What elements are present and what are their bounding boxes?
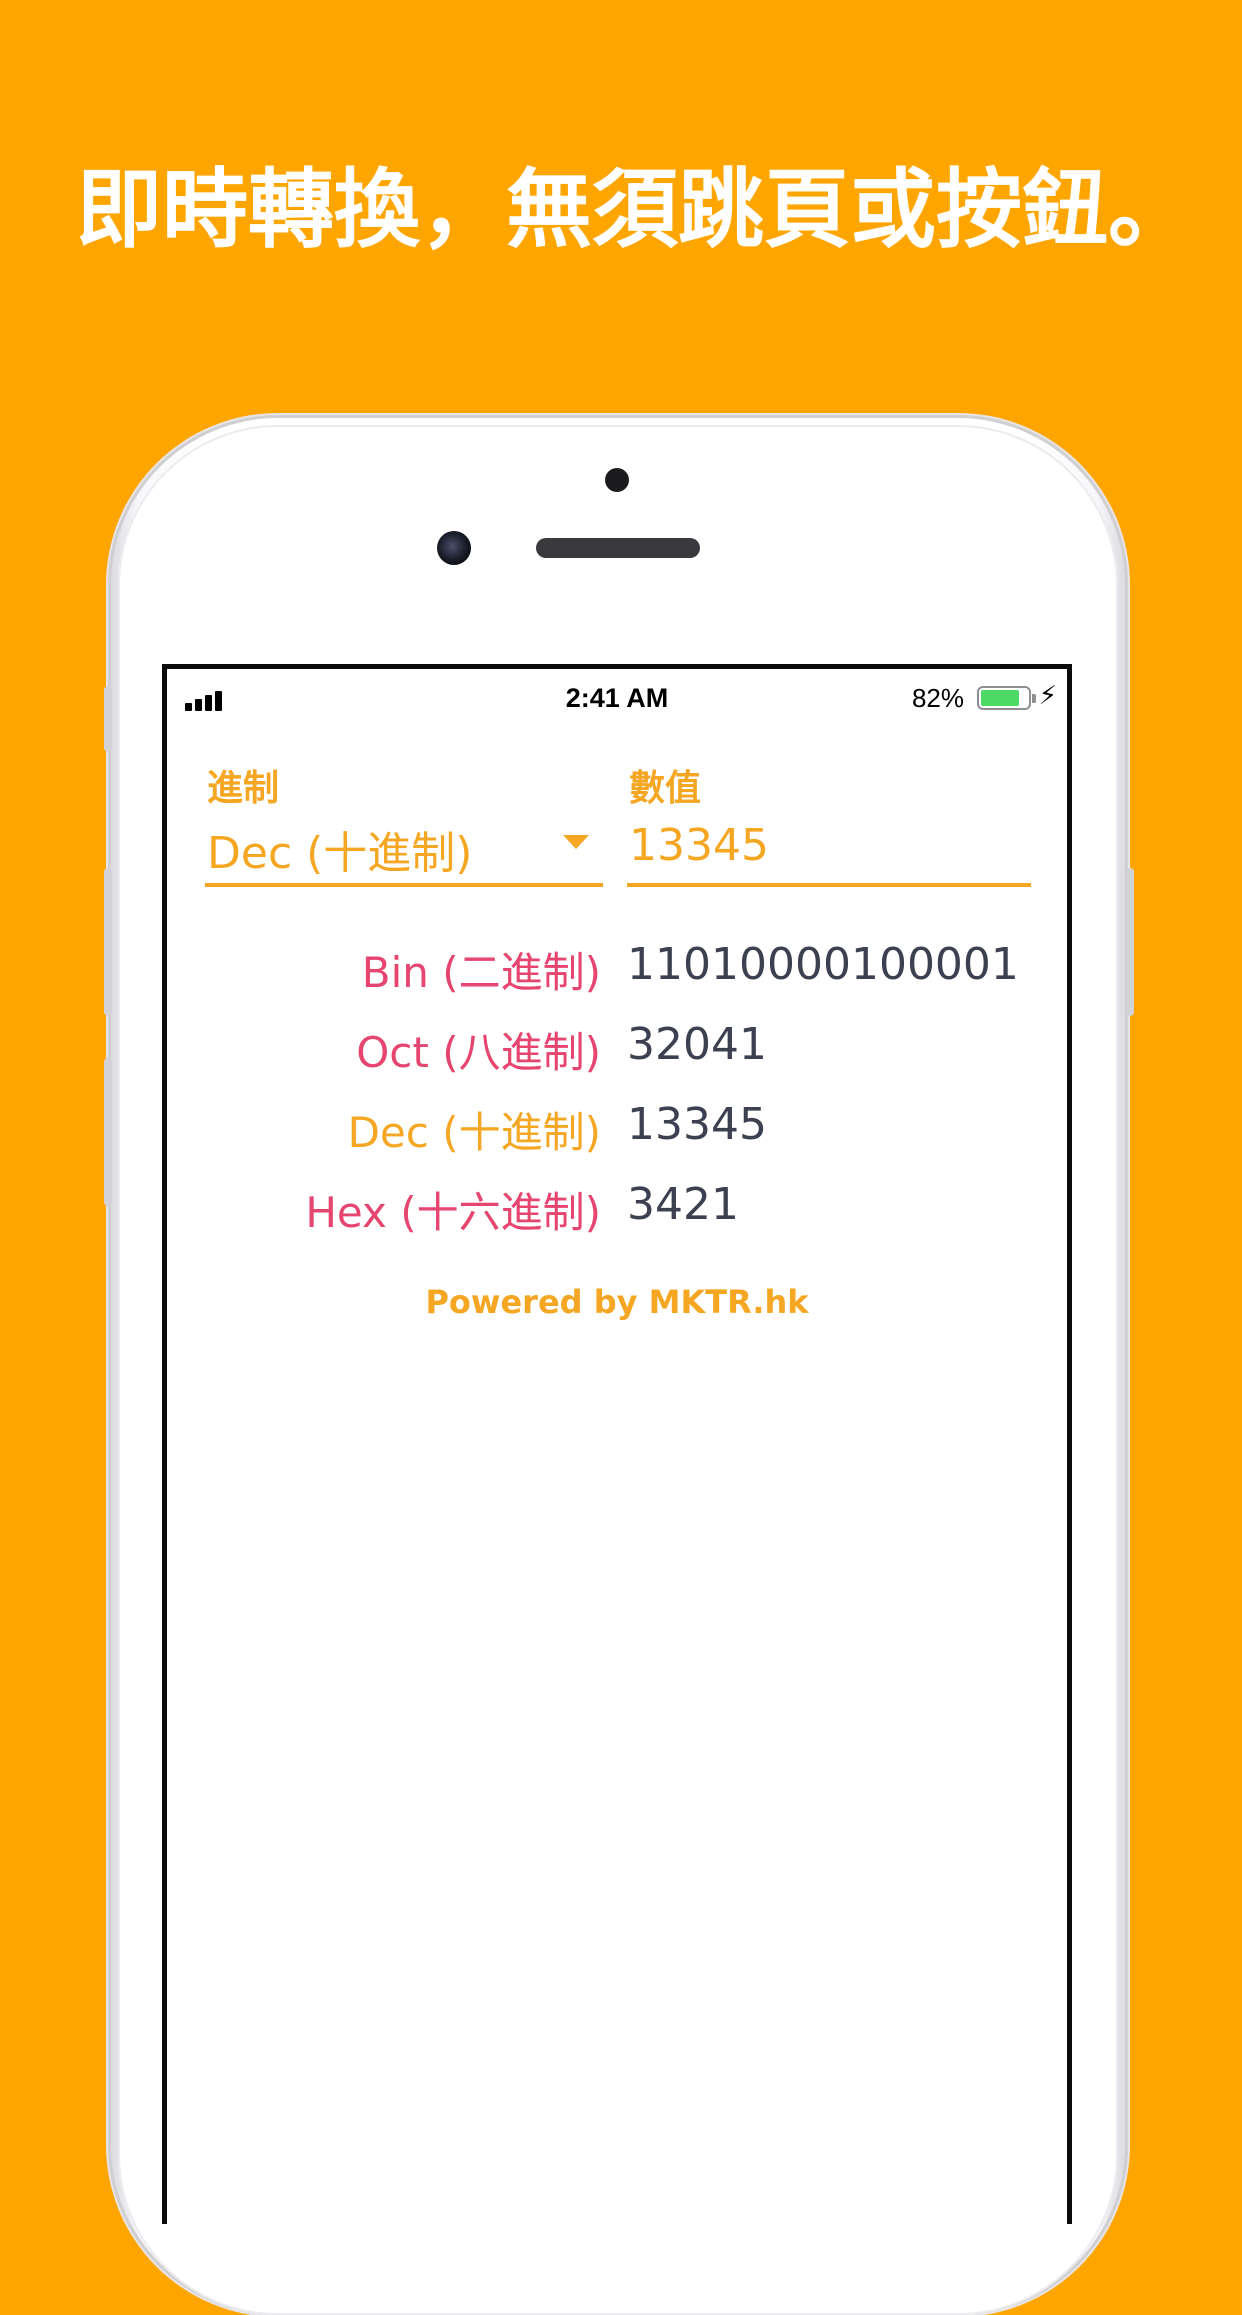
base-field-label: 進制 <box>207 768 280 809</box>
battery-fill <box>981 690 1019 706</box>
charging-bolt-icon: ⚡ <box>1038 681 1057 711</box>
result-value-hex: 3421 <box>627 1179 739 1230</box>
result-value-oct: 32041 <box>627 1019 767 1070</box>
status-bar: 2:41 AM 82% ⚡ <box>167 669 1067 725</box>
base-select[interactable]: Dec (十進制) <box>205 807 603 887</box>
result-row-oct: Oct (八進制) 32041 <box>167 1019 1067 1079</box>
result-label-bin: Bin (二進制) <box>361 948 601 997</box>
result-value-dec: 13345 <box>627 1099 767 1150</box>
result-row-dec: Dec (十進制) 13345 <box>167 1099 1067 1159</box>
proximity-sensor <box>605 468 629 492</box>
front-camera-icon <box>437 531 471 565</box>
power-button <box>1126 868 1134 1016</box>
base-select-value: Dec (十進制) <box>207 828 473 879</box>
powered-by-link[interactable]: Powered by MKTR.hk <box>167 1283 1067 1321</box>
battery-tip <box>1032 694 1036 703</box>
dropdown-caret-icon <box>563 835 589 849</box>
earpiece-speaker <box>536 538 700 558</box>
app-screen: 2:41 AM 82% ⚡ 進制 數值 Dec (十進制) Bin (二進制) … <box>162 664 1072 2224</box>
result-value-bin: 11010000100001 <box>627 939 1019 990</box>
battery-percent: 82% <box>911 683 964 713</box>
result-label-dec: Dec (十進制) <box>347 1108 601 1157</box>
battery-icon <box>977 686 1031 710</box>
result-row-bin: Bin (二進制) 11010000100001 <box>167 939 1067 999</box>
result-label-hex: Hex (十六進制) <box>305 1188 601 1237</box>
volume-down-button <box>104 1058 112 1206</box>
value-field-label: 數值 <box>629 768 702 809</box>
value-input[interactable] <box>627 807 1031 887</box>
result-label-oct: Oct (八進制) <box>356 1028 601 1077</box>
volume-up-button <box>104 868 112 1016</box>
mute-switch <box>104 686 112 752</box>
result-row-hex: Hex (十六進制) 3421 <box>167 1179 1067 1239</box>
promo-headline: 即時轉換，無須跳頁或按鈕。 <box>76 160 1194 260</box>
